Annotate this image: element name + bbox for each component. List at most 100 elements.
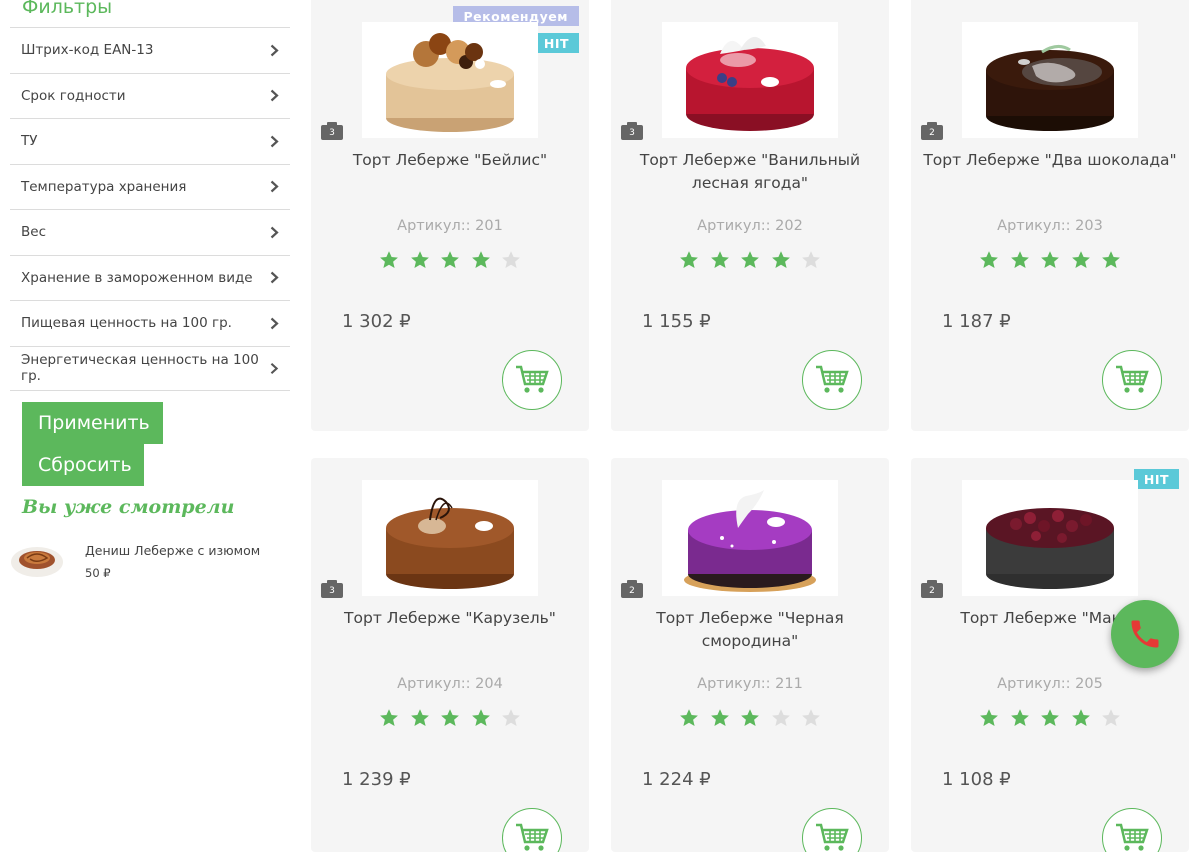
- filter-label: Штрих-код EAN-13: [21, 42, 154, 59]
- star-icon: [502, 251, 520, 268]
- product-price: 1 302 ₽: [342, 311, 411, 332]
- apply-button[interactable]: Применить: [22, 402, 163, 444]
- add-to-cart-button[interactable]: [502, 350, 562, 410]
- rating-stars: [679, 250, 821, 274]
- cart-icon: [516, 823, 549, 851]
- photo-count: 2: [629, 586, 635, 596]
- filter-label: Хранение в замороженном виде: [21, 269, 253, 286]
- filter-item-barcode[interactable]: Штрих-код EAN-13: [10, 27, 290, 73]
- recently-viewed-title: Вы уже смотрели: [22, 496, 235, 518]
- filter-label: Энергетическая ценность на 100 гр.: [21, 352, 259, 385]
- cart-icon: [816, 823, 849, 851]
- star-icon: [741, 251, 759, 268]
- sidebar: Фильтры Штрих-код EAN-13 Срок годности Т…: [0, 0, 300, 852]
- chevron-right-icon: [270, 44, 279, 57]
- phone-icon: [1131, 620, 1159, 648]
- star-icon: [1102, 251, 1120, 268]
- cart-icon: [516, 365, 549, 393]
- chevron-right-icon: [270, 226, 279, 239]
- filters-title: Фильтры: [22, 0, 113, 18]
- filter-item-nutrition[interactable]: Пищевая ценность на 100 гр.: [10, 300, 290, 346]
- recently-viewed-name[interactable]: Дениш Леберже с изюмом: [85, 543, 260, 558]
- product-card: 2 Торт Леберже "Черная смородина" Артику…: [611, 458, 889, 852]
- recently-viewed-item[interactable]: Дениш Леберже с изюмом 50 ₽: [10, 536, 290, 586]
- product-image[interactable]: [962, 480, 1138, 596]
- filter-label: Срок годности: [21, 87, 126, 104]
- camera-icon: 3: [321, 580, 343, 598]
- camera-icon: 3: [621, 122, 643, 140]
- add-to-cart-button[interactable]: [1102, 350, 1162, 410]
- product-image[interactable]: [362, 22, 538, 138]
- filter-item-frozen-storage[interactable]: Хранение в замороженном виде: [10, 254, 290, 301]
- product-price: 1 187 ₽: [942, 311, 1011, 332]
- camera-icon: 3: [321, 122, 343, 140]
- rating-stars: [979, 708, 1121, 732]
- product-card: 3 Торт Леберже "Ванильный лесная ягода" …: [611, 0, 889, 431]
- call-button[interactable]: [1111, 600, 1179, 668]
- product-card: Рекомендуем HIT 3 Торт Леберже "Бейлис" …: [311, 0, 589, 431]
- filter-item-energy[interactable]: Энергетическая ценность на 100 гр.: [10, 345, 290, 391]
- add-to-cart-button[interactable]: [802, 808, 862, 852]
- product-card: 3 Торт Леберже "Карузель" Артикул:: 204 …: [311, 458, 589, 852]
- product-title[interactable]: Торт Леберже "Карузель": [319, 607, 581, 630]
- camera-icon: 2: [621, 580, 643, 598]
- star-icon: [980, 251, 998, 268]
- filter-item-shelf-life[interactable]: Срок годности: [10, 72, 290, 119]
- chevron-right-icon: [270, 180, 279, 193]
- star-icon: [710, 251, 729, 268]
- product-title[interactable]: Торт Леберже "Два шоколада": [919, 149, 1181, 172]
- star-icon: [710, 709, 729, 726]
- star-icon: [1102, 709, 1120, 726]
- add-to-cart-button[interactable]: [1102, 808, 1162, 852]
- star-icon: [771, 251, 790, 268]
- filter-item-storage-temp[interactable]: Температура хранения: [10, 163, 290, 210]
- star-icon: [1010, 709, 1029, 726]
- filter-item-tu[interactable]: ТУ: [10, 118, 290, 164]
- product-image[interactable]: [662, 22, 838, 138]
- product-card: 2 Торт Леберже "Два шоколада" Артикул:: …: [911, 0, 1189, 431]
- star-icon: [680, 709, 698, 726]
- cart-icon: [1116, 823, 1149, 851]
- camera-icon: 2: [921, 580, 943, 598]
- product-title[interactable]: Торт Леберже "Ванильный лесная ягода": [619, 149, 881, 195]
- rating-stars: [379, 708, 521, 732]
- star-icon: [802, 709, 820, 726]
- add-to-cart-button[interactable]: [802, 350, 862, 410]
- star-icon: [410, 709, 429, 726]
- product-sku: Артикул:: 205: [997, 676, 1103, 692]
- add-to-cart-button[interactable]: [502, 808, 562, 852]
- star-icon: [1041, 251, 1059, 268]
- chevron-right-icon: [271, 362, 279, 374]
- star-icon: [1041, 709, 1059, 726]
- star-icon: [441, 251, 459, 268]
- photo-count: 3: [329, 586, 335, 596]
- star-icon: [471, 709, 490, 726]
- photo-count: 3: [629, 128, 635, 138]
- product-thumbnail: [11, 547, 63, 577]
- product-image[interactable]: [662, 480, 838, 596]
- star-icon: [802, 251, 820, 268]
- filter-item-weight[interactable]: Вес: [10, 209, 290, 255]
- star-icon: [1010, 251, 1029, 268]
- reset-button[interactable]: Сбросить: [22, 444, 144, 486]
- camera-icon: 2: [921, 122, 943, 140]
- product-sku: Артикул:: 204: [397, 676, 503, 692]
- product-image[interactable]: [362, 480, 538, 596]
- star-icon: [1071, 251, 1090, 268]
- star-icon: [771, 709, 790, 726]
- photo-count: 2: [929, 128, 935, 138]
- product-price: 1 239 ₽: [342, 769, 411, 790]
- product-title[interactable]: Торт Леберже "Черная смородина": [619, 607, 881, 653]
- product-price: 1 155 ₽: [642, 311, 711, 332]
- product-sku: Артикул:: 211: [697, 676, 803, 692]
- chevron-right-icon: [270, 89, 279, 102]
- product-sku: Артикул:: 203: [997, 218, 1103, 234]
- product-image[interactable]: [962, 22, 1138, 138]
- cart-icon: [816, 365, 849, 393]
- rating-stars: [979, 250, 1121, 274]
- product-sku: Артикул:: 201: [397, 218, 503, 234]
- photo-count: 3: [329, 128, 335, 138]
- chevron-right-icon: [270, 135, 279, 148]
- star-icon: [441, 709, 459, 726]
- product-title[interactable]: Торт Леберже "Бейлис": [319, 149, 581, 172]
